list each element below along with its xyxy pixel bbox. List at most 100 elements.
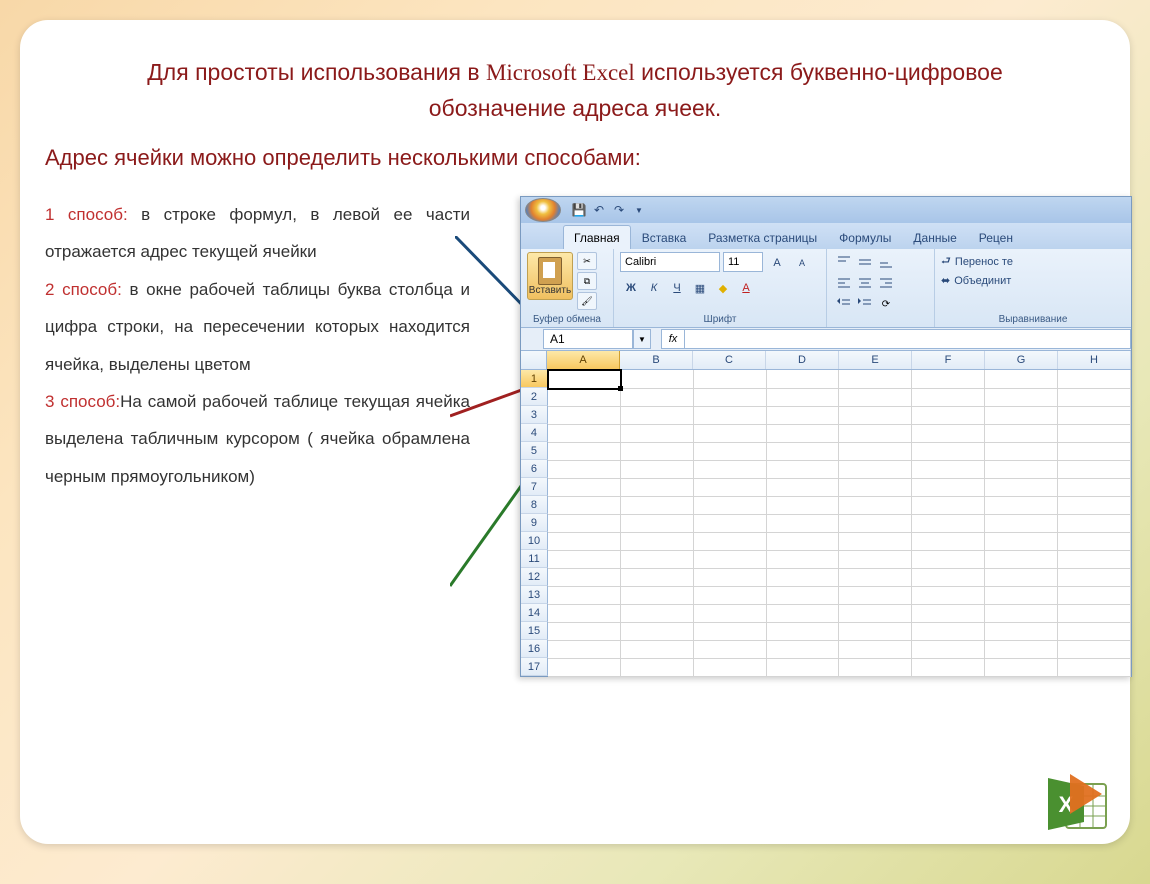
- cell[interactable]: [839, 658, 912, 677]
- cell[interactable]: [1058, 478, 1131, 497]
- cell[interactable]: [912, 658, 985, 677]
- align-bottom-icon[interactable]: [875, 252, 897, 272]
- ribbon-tab[interactable]: Разметка страницы: [697, 225, 828, 249]
- column-header[interactable]: C: [693, 351, 766, 369]
- cell[interactable]: [694, 622, 767, 641]
- font-name-selector[interactable]: Calibri: [620, 252, 720, 272]
- ribbon-tab[interactable]: Формулы: [828, 225, 902, 249]
- row-header[interactable]: 13: [521, 586, 548, 604]
- align-middle-icon[interactable]: [854, 252, 876, 272]
- cell[interactable]: [985, 460, 1058, 479]
- cell[interactable]: [839, 370, 912, 389]
- fx-button[interactable]: fx: [661, 329, 685, 349]
- office-button[interactable]: [525, 198, 561, 222]
- cell[interactable]: [912, 550, 985, 569]
- column-header[interactable]: H: [1058, 351, 1131, 369]
- cell[interactable]: [767, 586, 840, 605]
- cell[interactable]: [1058, 388, 1131, 407]
- cell[interactable]: [621, 514, 694, 533]
- row-header[interactable]: 2: [521, 388, 548, 406]
- row-header[interactable]: 10: [521, 532, 548, 550]
- cell[interactable]: [912, 622, 985, 641]
- undo-icon[interactable]: ↶: [591, 202, 607, 218]
- row-header[interactable]: 4: [521, 424, 548, 442]
- cell[interactable]: [839, 622, 912, 641]
- cell[interactable]: [912, 478, 985, 497]
- increase-font-icon[interactable]: A: [766, 252, 788, 274]
- orientation-icon[interactable]: ⟳: [875, 294, 897, 314]
- cell[interactable]: [985, 568, 1058, 587]
- column-header[interactable]: E: [839, 351, 912, 369]
- cell[interactable]: [548, 568, 621, 587]
- cell[interactable]: [548, 658, 621, 677]
- cell[interactable]: [548, 640, 621, 659]
- cell[interactable]: [912, 532, 985, 551]
- cell[interactable]: [839, 478, 912, 497]
- underline-button[interactable]: Ч: [666, 277, 688, 299]
- cell[interactable]: [985, 586, 1058, 605]
- cell[interactable]: [621, 604, 694, 623]
- column-header[interactable]: A: [547, 351, 620, 369]
- cell[interactable]: [548, 406, 621, 425]
- cell[interactable]: [548, 460, 621, 479]
- redo-icon[interactable]: ↷: [611, 202, 627, 218]
- cell[interactable]: [985, 478, 1058, 497]
- border-icon[interactable]: ▦: [689, 277, 711, 299]
- cell[interactable]: [767, 442, 840, 461]
- row-header[interactable]: 1: [521, 370, 548, 388]
- cell[interactable]: [912, 370, 985, 389]
- align-center-icon[interactable]: [854, 273, 876, 293]
- row-header[interactable]: 16: [521, 640, 548, 658]
- row-header[interactable]: 7: [521, 478, 548, 496]
- cell[interactable]: [767, 640, 840, 659]
- paste-button[interactable]: Вставить: [527, 252, 573, 300]
- cell[interactable]: [912, 442, 985, 461]
- cut-icon[interactable]: ✂: [577, 252, 597, 270]
- cell[interactable]: [548, 604, 621, 623]
- cell[interactable]: [767, 460, 840, 479]
- cell[interactable]: [767, 478, 840, 497]
- cell[interactable]: [694, 478, 767, 497]
- cell[interactable]: [839, 586, 912, 605]
- cell[interactable]: [839, 604, 912, 623]
- cell[interactable]: [985, 640, 1058, 659]
- cell[interactable]: [985, 406, 1058, 425]
- row-header[interactable]: 9: [521, 514, 548, 532]
- cell[interactable]: [694, 460, 767, 479]
- active-cell[interactable]: [548, 370, 621, 389]
- cell[interactable]: [839, 514, 912, 533]
- row-header[interactable]: 14: [521, 604, 548, 622]
- cell[interactable]: [985, 550, 1058, 569]
- cell[interactable]: [1058, 550, 1131, 569]
- row-header[interactable]: 17: [521, 658, 548, 676]
- cell[interactable]: [985, 658, 1058, 677]
- increase-indent-icon[interactable]: [854, 294, 876, 314]
- column-header[interactable]: G: [985, 351, 1058, 369]
- cell[interactable]: [1058, 586, 1131, 605]
- cell[interactable]: [767, 370, 840, 389]
- row-header[interactable]: 3: [521, 406, 548, 424]
- cell[interactable]: [1058, 568, 1131, 587]
- cell[interactable]: [839, 388, 912, 407]
- ribbon-tab[interactable]: Рецен: [968, 225, 1024, 249]
- cell[interactable]: [621, 586, 694, 605]
- column-header[interactable]: D: [766, 351, 839, 369]
- bold-button[interactable]: Ж: [620, 277, 642, 299]
- cell[interactable]: [621, 568, 694, 587]
- cell[interactable]: [912, 406, 985, 425]
- cell[interactable]: [767, 550, 840, 569]
- cell[interactable]: [694, 586, 767, 605]
- ribbon-tab[interactable]: Вставка: [631, 225, 698, 249]
- cell[interactable]: [985, 388, 1058, 407]
- cell[interactable]: [621, 550, 694, 569]
- cell[interactable]: [1058, 622, 1131, 641]
- cell[interactable]: [1058, 424, 1131, 443]
- cell[interactable]: [912, 604, 985, 623]
- cell[interactable]: [985, 424, 1058, 443]
- cell[interactable]: [912, 496, 985, 515]
- row-header[interactable]: 12: [521, 568, 548, 586]
- name-box[interactable]: A1: [543, 329, 633, 349]
- cell[interactable]: [548, 550, 621, 569]
- cell[interactable]: [548, 424, 621, 443]
- name-box-dropdown-icon[interactable]: ▼: [633, 329, 651, 349]
